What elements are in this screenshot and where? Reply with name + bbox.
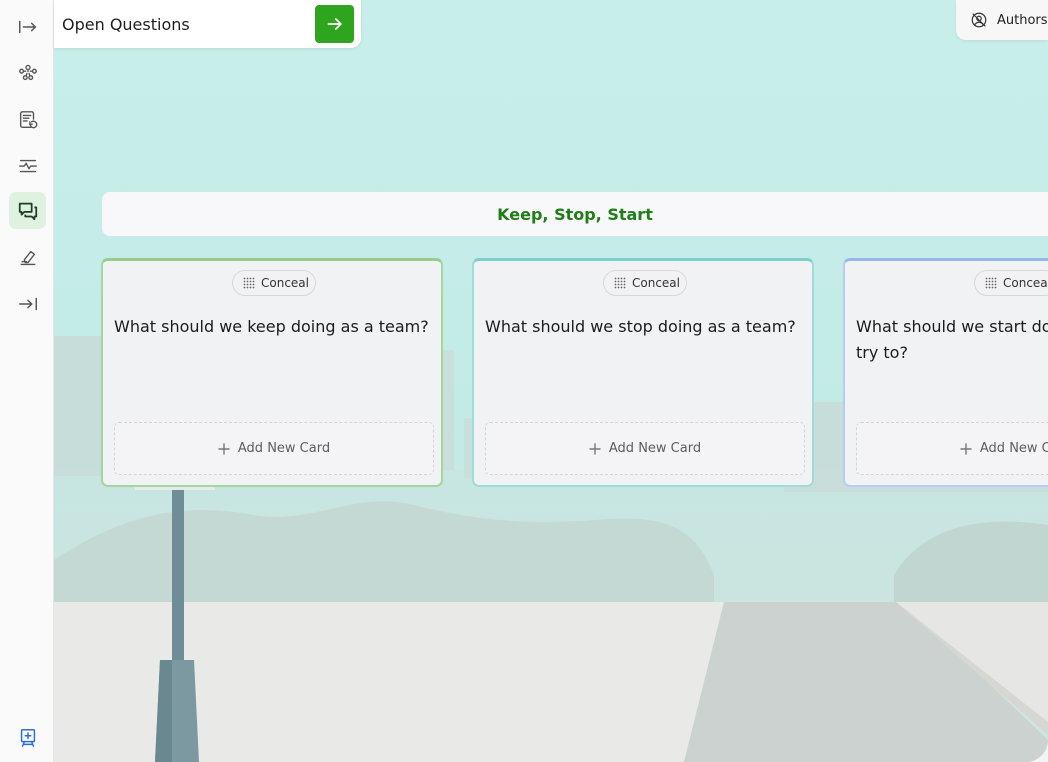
add-new-card-label: Add New Card <box>608 441 702 456</box>
left-sidebar <box>0 0 54 762</box>
add-new-card-button[interactable]: Add New Card <box>856 422 1048 475</box>
board-history-icon[interactable] <box>9 101 46 138</box>
add-new-card-button[interactable]: Add New Card <box>485 422 805 475</box>
plus-icon <box>960 442 972 455</box>
conceal-label: Conceal <box>632 276 680 290</box>
conceal-label: Conceal <box>261 276 309 290</box>
activity-icon[interactable] <box>9 147 46 184</box>
column-question: What should we start doing, or at least … <box>856 317 1048 362</box>
board-title-bar: Keep, Stop, Start <box>102 192 1048 236</box>
plus-icon <box>218 442 230 455</box>
column-question: What should we stop doing as a team? <box>485 317 796 336</box>
expand-right-icon[interactable] <box>9 8 46 45</box>
topic-card: Open Questions <box>54 0 361 48</box>
add-new-card-button[interactable]: Add New Card <box>114 422 434 475</box>
arrow-right-icon <box>327 18 342 30</box>
column-stop: Conceal What should we stop doing as a t… <box>472 258 814 487</box>
authors-toggle[interactable]: Authors <box>956 0 1048 40</box>
authors-label: Authors <box>997 12 1048 28</box>
collapse-right-icon[interactable] <box>9 285 46 322</box>
plus-icon <box>589 442 601 455</box>
dots-grid-icon <box>243 277 255 289</box>
chat-icon[interactable] <box>9 192 46 229</box>
column-start: Conceal What should we start doing, or a… <box>843 258 1048 487</box>
dots-grid-icon <box>614 277 626 289</box>
dots-grid-icon <box>985 277 997 289</box>
conceal-button[interactable]: Conceal <box>603 270 687 296</box>
topic-title: Open Questions <box>62 14 190 34</box>
add-new-card-label: Add New Card <box>237 441 331 456</box>
add-new-card-label: Add New Card <box>979 441 1048 456</box>
conceal-button[interactable]: Conceal <box>232 270 316 296</box>
eye-off-icon <box>971 12 987 28</box>
next-topic-button[interactable] <box>315 5 354 43</box>
board-title: Keep, Stop, Start <box>497 204 653 224</box>
workflow-icon[interactable] <box>9 54 46 91</box>
app-window: Open Questions Authors Keep, Stop, Start… <box>0 0 1048 762</box>
column-keep: Conceal What should we keep doing as a t… <box>101 258 443 487</box>
column-question: What should we keep doing as a team? <box>114 317 429 336</box>
add-board-icon[interactable] <box>9 719 46 756</box>
eraser-icon[interactable] <box>9 239 46 276</box>
conceal-button[interactable]: Conceal <box>974 270 1048 296</box>
conceal-label: Conceal <box>1003 276 1048 290</box>
